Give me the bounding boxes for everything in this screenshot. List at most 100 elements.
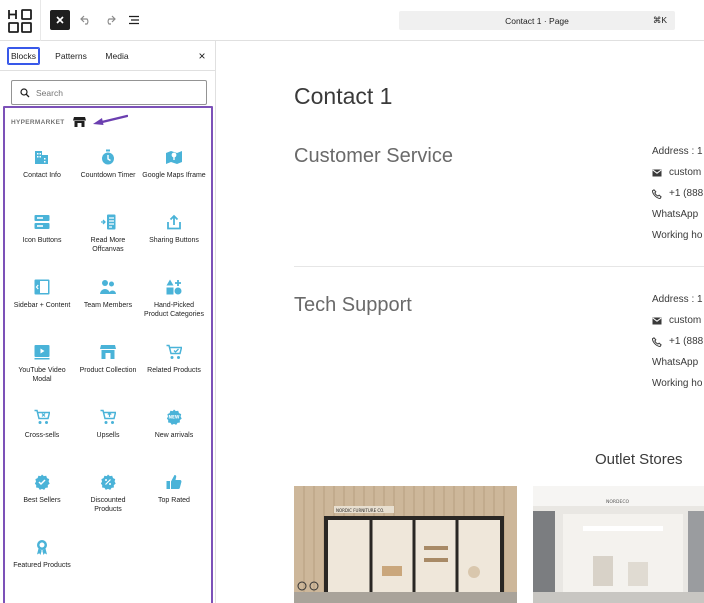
block-sharing-buttons[interactable]: Sharing Buttons	[141, 209, 207, 274]
list-view-button[interactable]	[124, 10, 144, 30]
tab-blocks[interactable]: Blocks	[7, 47, 40, 65]
editor-canvas[interactable]: Contact 1 Customer Service Address : 1 c…	[217, 41, 704, 603]
block-label: Product Collection	[79, 367, 137, 374]
block-google-maps[interactable]: Google Maps Iframe	[141, 144, 207, 209]
tab-patterns[interactable]: Patterns	[50, 47, 92, 65]
phone-icon	[652, 188, 664, 199]
undo-icon	[80, 15, 89, 25]
block-label: Upsells	[96, 432, 120, 439]
customer-service-details[interactable]: Address : 1 custom +1 (888 WhatsApp Work…	[652, 141, 703, 246]
undo-button[interactable]	[76, 10, 96, 30]
search-input[interactable]	[36, 87, 196, 98]
tech-support-heading[interactable]: Tech Support	[294, 294, 412, 317]
block-sidebar-content[interactable]: Sidebar + Content	[9, 274, 75, 339]
close-icon	[56, 16, 64, 24]
envelope-icon	[652, 169, 664, 177]
percent-badge-icon	[99, 473, 117, 491]
pointer-arrow-icon	[93, 114, 128, 125]
award-icon	[33, 538, 51, 556]
category-label: HYPERMARKET	[11, 118, 65, 126]
category-header: HYPERMARKET	[11, 115, 86, 129]
store-collection-icon	[99, 343, 117, 361]
block-label: Related Products	[147, 367, 201, 374]
phone-line: +1 (888	[652, 331, 703, 352]
video-icon	[33, 343, 51, 361]
block-cross-sells[interactable]: Cross-sells	[9, 404, 75, 469]
cart-icon	[99, 408, 117, 426]
whatsapp-line: WhatsApp	[652, 357, 699, 368]
block-youtube-video-modal[interactable]: YouTube Video Modal	[9, 339, 75, 404]
phone-text: +1 (888	[669, 188, 704, 199]
address-line: Address : 1	[652, 146, 703, 157]
tab-media[interactable]: Media	[102, 47, 132, 65]
envelope-icon	[652, 317, 664, 325]
redo-button[interactable]	[100, 10, 120, 30]
phone-text: +1 (888	[669, 336, 704, 347]
svg-text:NEW: NEW	[169, 415, 180, 420]
outlet-stores-heading[interactable]: Outlet Stores	[595, 451, 683, 468]
block-label: Discounted Products	[90, 497, 126, 513]
share-icon	[165, 213, 183, 231]
hours-line: Working ho	[652, 378, 703, 389]
list-view-icon	[129, 15, 139, 25]
command-palette-button[interactable]: Contact 1 · Page ⌘K	[399, 11, 675, 30]
site-logo-icon	[8, 8, 32, 33]
block-label: Contact Info	[23, 172, 61, 179]
block-best-sellers[interactable]: Best Sellers	[9, 469, 75, 534]
block-team-members[interactable]: Team Members	[75, 274, 141, 339]
categories-icon	[165, 278, 183, 296]
close-inserter-button[interactable]: ×	[194, 48, 210, 64]
block-inserter-panel: Blocks Patterns Media × HYPERMARKET Cont…	[0, 41, 216, 603]
store-photo-1[interactable]: NORDIC FURNITURE CO.	[294, 486, 517, 603]
block-label: Read More Offcanvas	[90, 237, 126, 253]
store-photo-2[interactable]: NORDECO	[533, 486, 704, 603]
block-featured-products[interactable]: Featured Products	[9, 534, 75, 599]
phone-line: +1 (888	[652, 183, 703, 204]
block-hand-picked-categories[interactable]: Hand-Picked Product Categories	[141, 274, 207, 339]
block-inserter-toggle[interactable]	[50, 10, 70, 30]
store-sign-1: NORDIC FURNITURE CO.	[336, 508, 384, 513]
email-text: custom	[669, 315, 702, 326]
phone-icon	[652, 336, 664, 347]
block-label: YouTube Video Modal	[18, 367, 66, 383]
email-line: custom	[652, 162, 703, 183]
email-line: custom	[652, 310, 703, 331]
address-line: Address : 1	[652, 294, 703, 305]
block-upsells[interactable]: Upsells	[75, 404, 141, 469]
block-top-rated[interactable]: Top Rated	[141, 469, 207, 534]
editor-toolbar: Contact 1 · Page ⌘K	[0, 0, 704, 41]
block-countdown-timer[interactable]: Countdown Timer	[75, 144, 141, 209]
document-title: Contact 1 · Page	[505, 15, 569, 26]
email-text: custom	[669, 167, 702, 178]
command-shortcut: ⌘K	[652, 15, 667, 25]
cart-icon	[33, 408, 51, 426]
stopwatch-icon	[99, 148, 117, 166]
block-contact-info[interactable]: Contact Info	[9, 144, 75, 209]
block-label: Cross-sells	[24, 432, 60, 439]
block-product-collection[interactable]: Product Collection	[75, 339, 141, 404]
search-icon	[20, 87, 30, 98]
block-label: Sharing Buttons	[149, 237, 199, 244]
block-read-more-offcanvas[interactable]: Read More Offcanvas	[75, 209, 141, 274]
customer-service-heading[interactable]: Customer Service	[294, 145, 453, 168]
block-related-products[interactable]: Related Products	[141, 339, 207, 404]
store-icon	[72, 116, 86, 128]
block-label: Hand-Picked Product Categories	[144, 302, 204, 318]
tech-support-details[interactable]: Address : 1 custom +1 (888 WhatsApp Work…	[652, 289, 703, 394]
block-discounted-products[interactable]: Discounted Products	[75, 469, 141, 534]
whatsapp-line: WhatsApp	[652, 209, 699, 220]
block-label: Best Sellers	[23, 497, 61, 504]
page-title[interactable]: Contact 1	[294, 83, 392, 110]
block-icon-buttons[interactable]: Icon Buttons	[9, 209, 75, 274]
block-label: Sidebar + Content	[13, 302, 71, 309]
site-logo-button[interactable]	[0, 0, 41, 41]
hypermarket-category-panel: HYPERMARKET Contact Info Countdown Timer…	[3, 106, 213, 603]
block-new-arrivals[interactable]: NEW New arrivals	[141, 404, 207, 469]
search-box	[11, 80, 207, 105]
store-sign-2: NORDECO	[606, 499, 629, 505]
inserter-tabs: Blocks Patterns Media ×	[0, 41, 216, 71]
map-icon	[165, 148, 183, 166]
section-divider	[294, 266, 704, 267]
cart-icon	[165, 343, 183, 361]
hours-line: Working ho	[652, 230, 703, 241]
